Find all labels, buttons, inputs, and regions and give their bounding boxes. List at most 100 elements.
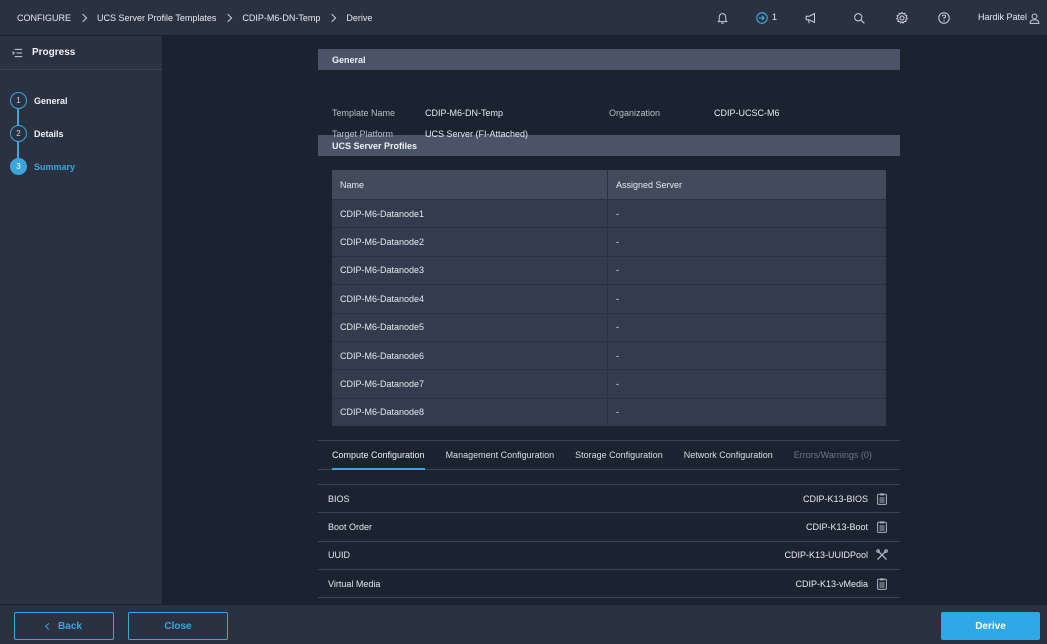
column-header-assigned-server[interactable]: Assigned Server: [608, 180, 682, 190]
breadcrumb: CONFIGURE UCS Server Profile Templates C…: [0, 0, 372, 36]
gear-icon[interactable]: [894, 10, 910, 26]
tab-compute-configuration[interactable]: Compute Configuration: [332, 441, 425, 471]
derive-button-label: Derive: [975, 620, 1006, 632]
requests-icon[interactable]: [754, 10, 770, 26]
tab-storage-configuration[interactable]: Storage Configuration: [575, 441, 663, 469]
profile-name: CDIP-M6-Datanode6: [332, 341, 608, 370]
top-bar: CONFIGURE UCS Server Profile Templates C…: [0, 0, 1047, 36]
list-item: BIOS CDIP-K13-BIOS: [318, 485, 900, 514]
config-label: UUID: [328, 550, 350, 561]
target-platform-value: UCS Server (FI-Attached): [425, 129, 529, 139]
assigned-server: -: [616, 322, 619, 333]
user-name[interactable]: Hardik Patel: [978, 12, 1027, 22]
profiles-section-header: UCS Server Profiles: [318, 135, 900, 156]
progress-steps: 1 General 2 Details 3 Summary: [0, 70, 162, 183]
breadcrumb-template[interactable]: CDIP-M6-DN-Temp: [242, 13, 320, 23]
compute-configuration-list: BIOS CDIP-K13-BIOS Boot Order CDIP-K13-B…: [318, 484, 900, 599]
tab-network-configuration[interactable]: Network Configuration: [684, 441, 773, 469]
config-value: CDIP-K13-UUIDPool: [784, 550, 868, 561]
table-header: Name Assigned Server: [332, 170, 886, 199]
table-row: CDIP-M6-Datanode2 -: [332, 227, 886, 256]
template-name-label: Template Name: [332, 108, 396, 118]
config-label: Boot Order: [328, 522, 373, 533]
close-button-label: Close: [164, 620, 192, 632]
summary-content: General Template Name CDIP-M6-DN-Temp Or…: [318, 49, 900, 599]
progress-title: Progress: [32, 47, 76, 58]
table-row: CDIP-M6-Datanode5 -: [332, 312, 886, 341]
configuration-tabs: Compute Configuration Management Configu…: [318, 440, 900, 471]
tools-icon[interactable]: [876, 549, 888, 561]
chevron-left-icon: [45, 622, 53, 630]
step-number: 3: [10, 158, 27, 175]
assigned-server: -: [616, 350, 619, 361]
progress-header: Progress: [0, 36, 162, 70]
assigned-server: -: [616, 208, 619, 219]
config-value: CDIP-K13-BIOS: [802, 493, 868, 504]
config-label: Virtual Media: [328, 578, 381, 589]
profile-name: CDIP-M6-Datanode4: [332, 285, 608, 313]
announcement-icon[interactable]: [803, 10, 819, 26]
clipboard-icon[interactable]: [876, 521, 888, 533]
profile-name: CDIP-M6-Datanode7: [332, 370, 608, 398]
template-name-value: CDIP-M6-DN-Temp: [425, 108, 504, 118]
close-button[interactable]: Close: [128, 612, 228, 640]
profile-name: CDIP-M6-Datanode3: [332, 256, 608, 285]
general-details: Template Name CDIP-M6-DN-Temp Organizati…: [318, 70, 900, 139]
help-icon[interactable]: [936, 10, 952, 26]
organization-label: Organization: [609, 108, 661, 118]
table-row: CDIP-M6-Datanode6 -: [332, 340, 886, 370]
search-icon[interactable]: [851, 10, 867, 26]
target-platform-label: Target Platform: [332, 129, 394, 139]
assigned-server: -: [616, 265, 619, 276]
config-value: CDIP-K13-Boot: [805, 522, 868, 533]
profile-name: CDIP-M6-Datanode8: [332, 398, 608, 427]
profiles-table: Name Assigned Server CDIP-M6-Datanode1 -…: [332, 170, 886, 427]
organization-value: CDIP-UCSC-M6: [714, 108, 780, 118]
general-section-header: General: [318, 49, 900, 70]
requests-count: 1: [772, 12, 778, 22]
config-label: BIOS: [328, 493, 350, 504]
table-row: CDIP-M6-Datanode8 -: [332, 397, 886, 427]
tab-errors-warnings: Errors/Warnings (0): [793, 450, 872, 461]
step-number: 2: [10, 125, 27, 142]
table-row: CDIP-M6-Datanode4 -: [332, 284, 886, 313]
profile-name: CDIP-M6-Datanode5: [332, 313, 608, 341]
user-icon[interactable]: [1026, 10, 1042, 26]
assigned-server: -: [616, 407, 619, 418]
breadcrumb-configure[interactable]: CONFIGURE: [17, 13, 71, 23]
breadcrumb-templates[interactable]: UCS Server Profile Templates: [97, 13, 216, 23]
assigned-server: -: [616, 293, 619, 304]
step-label: Summary: [34, 161, 76, 172]
chevron-right-icon: [78, 13, 88, 22]
assigned-server: -: [616, 237, 619, 248]
bell-icon[interactable]: [714, 10, 730, 26]
list-item: Virtual Media CDIP-K13-vMedia: [318, 570, 900, 599]
list-collapse-icon[interactable]: [12, 48, 23, 58]
chevron-right-icon: [224, 13, 233, 22]
clipboard-icon[interactable]: [876, 578, 888, 590]
tab-management-configuration[interactable]: Management Configuration: [446, 441, 555, 469]
derive-button[interactable]: Derive: [941, 612, 1040, 640]
back-button[interactable]: Back: [14, 612, 114, 640]
assigned-server: -: [616, 379, 619, 390]
step-label: General: [34, 95, 68, 106]
list-item: Boot Order CDIP-K13-Boot: [318, 513, 900, 542]
table-row: CDIP-M6-Datanode7 -: [332, 369, 886, 398]
step-general[interactable]: 1 General: [10, 84, 162, 117]
breadcrumb-current: Derive: [346, 12, 373, 23]
back-button-label: Back: [58, 620, 82, 632]
profile-name: CDIP-M6-Datanode1: [332, 200, 608, 228]
clipboard-icon[interactable]: [876, 493, 888, 505]
step-details[interactable]: 2 Details: [10, 117, 162, 150]
table-row: CDIP-M6-Datanode3 -: [332, 255, 886, 285]
profile-name: CDIP-M6-Datanode2: [332, 228, 608, 256]
step-summary[interactable]: 3 Summary: [10, 150, 162, 183]
column-header-name[interactable]: Name: [332, 170, 608, 199]
step-number: 1: [10, 92, 27, 109]
progress-panel: Progress 1 General 2 Details 3 Summary: [0, 36, 163, 604]
step-label: Details: [34, 128, 64, 139]
config-value: CDIP-K13-vMedia: [795, 578, 868, 589]
list-item: UUID CDIP-K13-UUIDPool: [318, 542, 900, 571]
footer-bar: Back Close Derive: [0, 604, 1047, 644]
chevron-right-icon: [328, 13, 337, 22]
